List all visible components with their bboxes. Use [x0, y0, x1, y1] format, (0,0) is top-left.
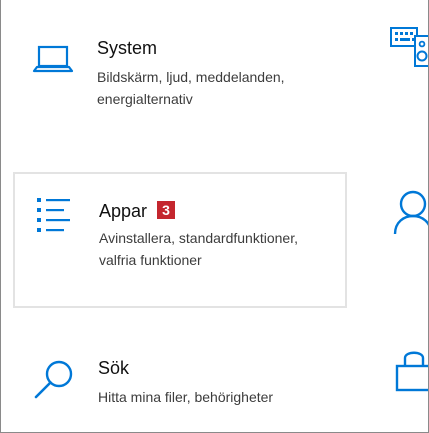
tile-description: Bildskärm, ljud, meddelanden, energialte… — [97, 69, 285, 107]
tile-description: Avinstallera, standardfunktioner, valfri… — [99, 230, 298, 268]
laptop-icon — [32, 45, 74, 73]
tile-title: Sök — [98, 358, 130, 378]
keyboard-icon[interactable] — [389, 22, 429, 70]
lock-icon[interactable] — [393, 344, 429, 392]
tile-title: System — [97, 38, 158, 58]
settings-tile-search[interactable]: Sök Hitta mina filer, behörigheter — [13, 344, 347, 424]
apps-list-icon — [37, 198, 70, 232]
settings-window: System Bildskärm, ljud, meddelanden, ene… — [0, 0, 429, 433]
tile-title-text: Appar — [99, 201, 148, 221]
search-icon — [34, 360, 73, 399]
settings-tile-system[interactable]: System Bildskärm, ljud, meddelanden, ene… — [13, 20, 347, 130]
tile-description: Hitta mina filer, behörigheter — [98, 389, 274, 405]
tile-title: Appar 3 — [99, 201, 176, 222]
step-badge: 3 — [157, 201, 176, 219]
settings-tile-apps[interactable]: Appar 3 Avinstallera, standardfunktioner,… — [13, 172, 347, 308]
person-icon[interactable] — [389, 188, 429, 236]
